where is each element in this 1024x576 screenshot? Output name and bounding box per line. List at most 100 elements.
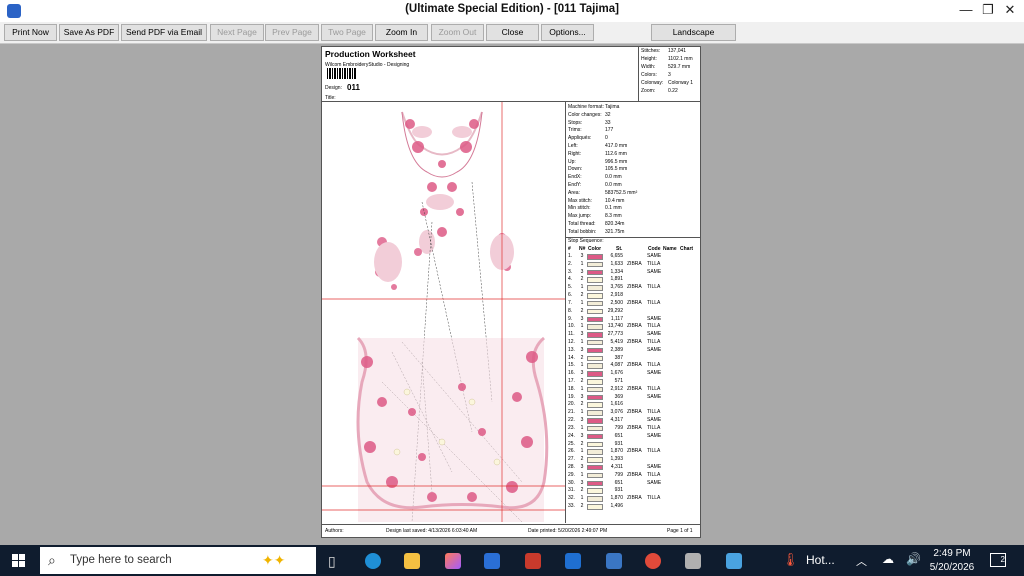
minimize-button[interactable]: —	[956, 2, 976, 17]
header-stat-key: Width:	[641, 64, 656, 70]
machine-stat-row: Total bobbin: 321.75m	[566, 229, 701, 237]
stop-stitches: 4,317	[610, 417, 623, 424]
print-now-button[interactable]: Print Now	[4, 24, 57, 41]
windows-start-icon[interactable]	[12, 554, 25, 567]
file-explorer-icon[interactable]	[404, 553, 420, 569]
clock-date[interactable]: 5/20/2026	[928, 562, 976, 573]
header-stat-value: 3	[668, 72, 671, 78]
machine-stat-row: Up: 996.5 mm	[566, 159, 701, 167]
stop-row: 32. 1 1,870 ZIBRA TILLA	[566, 495, 701, 503]
options-button[interactable]: Options...	[541, 24, 594, 41]
volume-icon[interactable]: 🔊	[906, 552, 921, 566]
stop-code: ZIBRA	[627, 424, 642, 431]
machine-stat-row: Max stitch: 10.4 mm	[566, 198, 701, 206]
machine-stat-value: 996.5 mm	[605, 158, 628, 165]
stop-stitches: 4,311	[610, 463, 623, 470]
microsoft-store-icon[interactable]	[484, 553, 500, 569]
stop-row: 6. 2 2,918	[566, 292, 701, 300]
stop-name: TILLA	[647, 299, 661, 306]
worksheet-header: Production Worksheet Wilcom EmbroiderySt…	[322, 47, 700, 102]
date-printed-text: Date printed: 5/20/2026 2:49:07 PM	[528, 528, 608, 534]
stop-stitches: 1,393	[610, 456, 623, 463]
stop-needle: 1	[580, 424, 584, 431]
stop-stitches: 651	[614, 479, 623, 486]
stop-color-swatch	[587, 347, 603, 354]
stop-color-swatch	[587, 293, 603, 299]
machine-stat-key: Color changes:	[568, 111, 602, 118]
stop-sequence-table: 1. 3 6,655 SAME 2. 1 1,633 ZIBRA TILLA 3. 3 1,334 SA…	[566, 253, 701, 511]
copilot-icon[interactable]	[445, 553, 461, 569]
chevron-up-icon[interactable]: ︿	[856, 553, 867, 569]
stop-row: 17. 2 571	[566, 378, 701, 386]
design-preview	[322, 102, 565, 522]
next-page-button[interactable]: Next Page	[210, 24, 264, 41]
stop-needle: 3	[580, 331, 584, 338]
stop-stitches: 799	[614, 424, 623, 431]
machine-stat-value: 0	[605, 135, 608, 142]
machine-stats: Machine format:Tajima Color changes: 32 Sto…	[566, 102, 701, 238]
chrome-icon[interactable]	[645, 553, 661, 569]
stop-code: ZIBRA	[627, 362, 642, 369]
clock-time[interactable]: 2:49 PM	[928, 548, 976, 559]
stop-color-swatch	[587, 254, 603, 260]
stop-needle: 3	[580, 432, 584, 439]
worksheet-title: Production Worksheet	[325, 49, 416, 59]
zoom-in-button[interactable]: Zoom In	[375, 24, 428, 41]
network-icon[interactable]: ☁	[882, 552, 894, 566]
app-icon-gray[interactable]	[685, 553, 701, 569]
thermometer-icon: 🌡	[782, 552, 799, 567]
stop-stitches: 2,389	[610, 346, 623, 353]
wilcom-app-icon[interactable]	[606, 553, 622, 569]
stop-row: 26. 1 1,870 ZIBRA TILLA	[566, 448, 701, 456]
stop-needle: 1	[580, 338, 584, 345]
stop-name: SAME	[647, 370, 662, 377]
outlook-icon[interactable]	[565, 553, 581, 569]
machine-stat-value: 0.0 mm	[605, 174, 622, 181]
stop-stitches: 1,676	[610, 370, 623, 377]
machine-stat-key: Total bobbin:	[568, 228, 597, 235]
stop-color-swatch	[587, 285, 603, 291]
weather-text[interactable]: Hot...	[806, 553, 835, 567]
restore-button[interactable]: ❐	[978, 2, 998, 18]
landscape-button[interactable]: Landscape	[651, 24, 736, 41]
close-window-button[interactable]: ✕	[1000, 2, 1020, 18]
stop-needle: 2	[580, 378, 584, 384]
stop-color-swatch	[587, 386, 603, 393]
stop-color-swatch	[587, 496, 603, 502]
close-button[interactable]: Close	[486, 24, 539, 41]
machine-stat-value: 32	[605, 111, 611, 118]
stop-row: 14. 2 387	[566, 355, 701, 363]
stop-color-swatch	[587, 457, 603, 463]
stop-row: 13. 3 2,389 SAME	[566, 347, 701, 355]
send-pdf-email-button[interactable]: Send PDF via Email	[121, 24, 207, 41]
notification-icon[interactable]: 2	[990, 553, 1006, 567]
embroidery-design-image	[322, 102, 565, 522]
worksheet-footer: Authors: Design last saved: 4/13/2026 6:…	[322, 524, 700, 538]
save-as-pdf-button[interactable]: Save As PDF	[59, 24, 119, 41]
machine-stat-value: 583752.5 mm²	[605, 189, 638, 196]
stop-row: 18. 1 2,912 ZIBRA TILLA	[566, 386, 701, 394]
zoom-out-button[interactable]: Zoom Out	[431, 24, 484, 41]
stop-color-swatch	[587, 488, 603, 494]
machine-stat-value: 0.0 mm	[605, 181, 622, 188]
edge-icon[interactable]	[365, 553, 381, 569]
two-page-button[interactable]: Two Page	[321, 24, 373, 41]
stop-color-swatch	[587, 371, 603, 377]
stop-name: SAME	[647, 253, 662, 259]
stop-name: SAME	[647, 268, 662, 275]
photos-icon[interactable]	[726, 553, 742, 569]
stop-name: SAME	[647, 331, 662, 338]
stop-stitches: 651	[614, 432, 623, 439]
winrar-icon[interactable]	[525, 553, 541, 569]
header-stat-value: 0.22	[668, 88, 678, 94]
stop-stitches: 6,655	[610, 253, 623, 259]
prev-page-button[interactable]: Prev Page	[265, 24, 319, 41]
stop-needle: 3	[580, 346, 584, 353]
taskbar-search-box[interactable]: ⌕ Type here to search ✦✦	[40, 547, 316, 574]
machine-stat-key: Left:	[568, 142, 578, 149]
stop-color-swatch	[587, 504, 603, 510]
stop-name: TILLA	[647, 284, 661, 291]
stop-color-swatch	[587, 418, 603, 424]
machine-stat-value: Tajima	[605, 104, 620, 110]
task-view-icon[interactable]: ▯	[328, 553, 336, 570]
